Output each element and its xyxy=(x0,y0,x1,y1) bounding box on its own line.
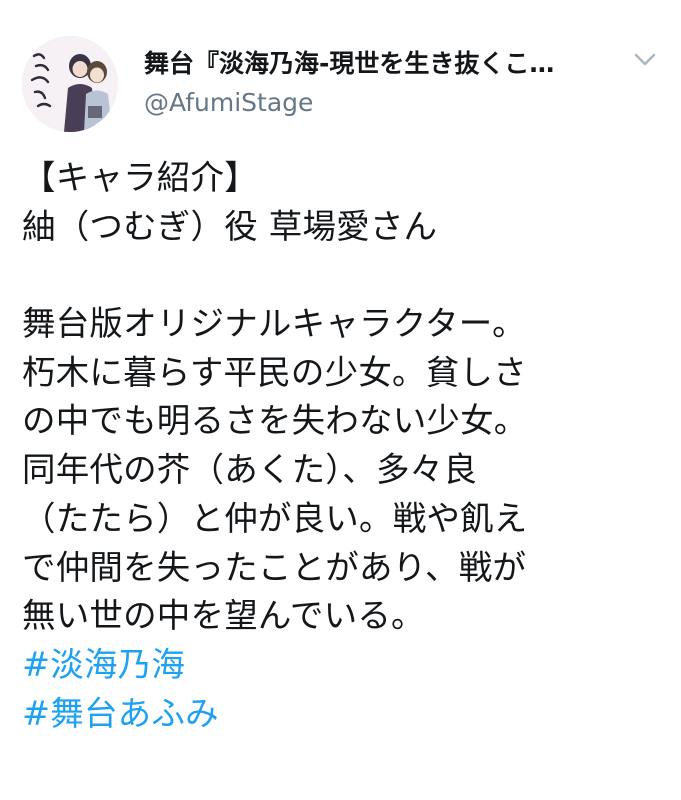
hashtag-link[interactable]: #淡海乃海 xyxy=(22,641,672,690)
tweet-line: （たたら）と仲が良い。戦や飢え xyxy=(22,498,528,538)
tweet-line: 同年代の芥（あくた）、多々良 xyxy=(22,450,478,490)
tweet-line: 舞台版オリジナルキャラクター。 xyxy=(22,304,526,344)
display-name[interactable]: 舞台『淡海乃海-現世を生き抜くこ… xyxy=(144,44,614,80)
tweet-line: 朽木に暮らす平民の少女。貧しさ xyxy=(22,352,527,392)
tweet-text: 【キャラ紹介】 紬（つむぎ）役 草場愛さん 舞台版オリジナルキャラクター。 朽木… xyxy=(22,154,672,738)
hashtag-link[interactable]: #舞台あふみ xyxy=(22,690,672,739)
tweet-header: 舞台『淡海乃海-現世を生き抜くこ… @AfumiStage xyxy=(20,36,661,132)
tweet-line: 無い世の中を望んでいる。 xyxy=(22,596,425,636)
tweet-line: の中でも明るさを失わない少女。 xyxy=(22,401,528,441)
tweet-line: で仲間を失ったことがあり、戦が xyxy=(22,547,527,587)
account-handle[interactable]: @AfumiStage xyxy=(144,88,313,117)
tweet-line: 紬（つむぎ）役 草場愛さん xyxy=(22,206,438,246)
avatar-illustration xyxy=(22,36,118,132)
tweet-line: 【キャラ紹介】 xyxy=(22,158,258,197)
chevron-down-icon[interactable] xyxy=(631,46,659,74)
profile-avatar-icon[interactable] xyxy=(22,36,118,132)
